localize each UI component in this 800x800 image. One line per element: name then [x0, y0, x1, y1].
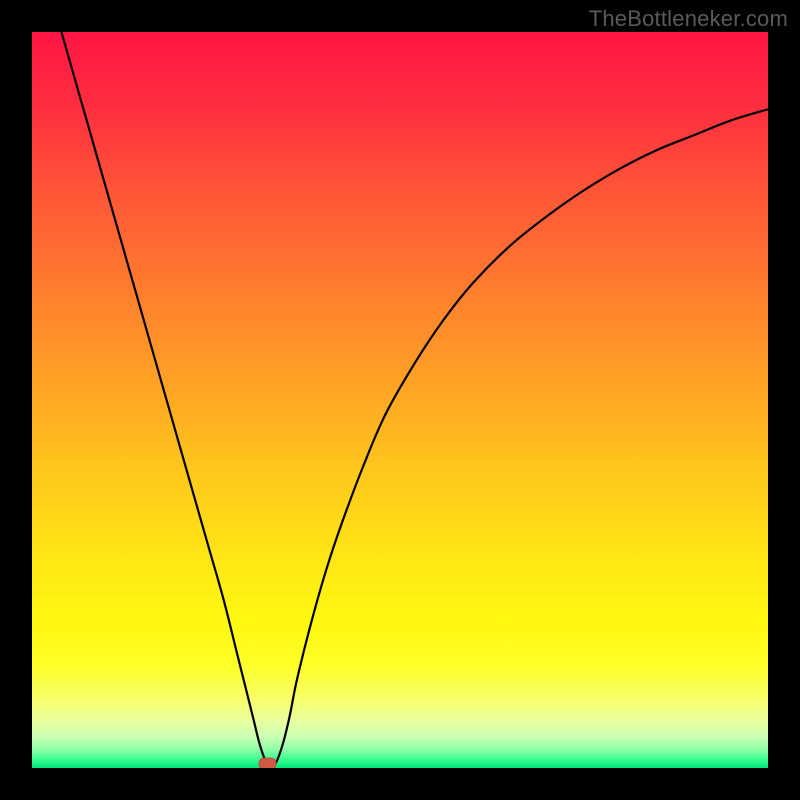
plot-area	[32, 32, 768, 768]
optimum-marker	[259, 758, 276, 768]
bottleneck-chart	[32, 32, 768, 768]
gradient-background	[32, 32, 768, 768]
watermark-text: TheBottleneker.com	[589, 6, 788, 32]
chart-frame: TheBottleneker.com	[0, 0, 800, 800]
